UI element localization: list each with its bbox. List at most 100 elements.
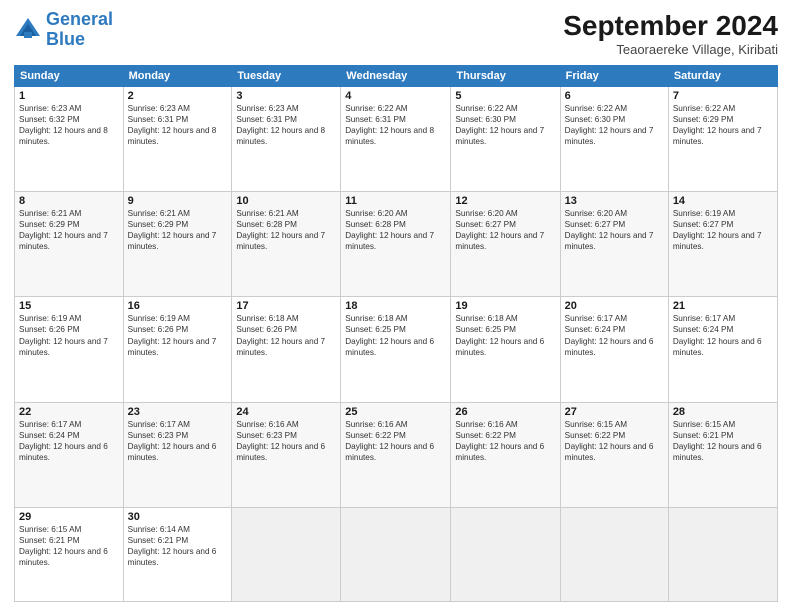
col-monday: Monday bbox=[123, 66, 232, 87]
table-row: 25Sunrise: 6:16 AMSunset: 6:22 PMDayligh… bbox=[341, 402, 451, 507]
table-row: 6Sunrise: 6:22 AMSunset: 6:30 PMDaylight… bbox=[560, 87, 668, 192]
table-row: 18Sunrise: 6:18 AMSunset: 6:25 PMDayligh… bbox=[341, 297, 451, 402]
table-row: 28Sunrise: 6:15 AMSunset: 6:21 PMDayligh… bbox=[668, 402, 777, 507]
title-block: September 2024 Teaoraereke Village, Kiri… bbox=[563, 10, 778, 57]
day-info: Sunrise: 6:16 AMSunset: 6:22 PMDaylight:… bbox=[455, 419, 555, 463]
day-number: 18 bbox=[345, 300, 446, 312]
day-number: 24 bbox=[236, 406, 336, 418]
day-number: 4 bbox=[345, 90, 446, 102]
day-number: 10 bbox=[236, 195, 336, 207]
table-row: 13Sunrise: 6:20 AMSunset: 6:27 PMDayligh… bbox=[560, 192, 668, 297]
day-info: Sunrise: 6:18 AMSunset: 6:25 PMDaylight:… bbox=[345, 313, 446, 357]
table-row: 27Sunrise: 6:15 AMSunset: 6:22 PMDayligh… bbox=[560, 402, 668, 507]
table-row: 10Sunrise: 6:21 AMSunset: 6:28 PMDayligh… bbox=[232, 192, 341, 297]
day-number: 8 bbox=[19, 195, 119, 207]
table-row: 20Sunrise: 6:17 AMSunset: 6:24 PMDayligh… bbox=[560, 297, 668, 402]
day-number: 16 bbox=[128, 300, 228, 312]
location-subtitle: Teaoraereke Village, Kiribati bbox=[563, 42, 778, 57]
day-number: 5 bbox=[455, 90, 555, 102]
day-info: Sunrise: 6:19 AMSunset: 6:27 PMDaylight:… bbox=[673, 208, 773, 252]
table-row: 15Sunrise: 6:19 AMSunset: 6:26 PMDayligh… bbox=[15, 297, 124, 402]
calendar-header-row: Sunday Monday Tuesday Wednesday Thursday… bbox=[15, 66, 778, 87]
table-row: 8Sunrise: 6:21 AMSunset: 6:29 PMDaylight… bbox=[15, 192, 124, 297]
day-number: 3 bbox=[236, 90, 336, 102]
table-row: 14Sunrise: 6:19 AMSunset: 6:27 PMDayligh… bbox=[668, 192, 777, 297]
table-row: 1Sunrise: 6:23 AMSunset: 6:32 PMDaylight… bbox=[15, 87, 124, 192]
day-number: 9 bbox=[128, 195, 228, 207]
day-info: Sunrise: 6:19 AMSunset: 6:26 PMDaylight:… bbox=[19, 313, 119, 357]
day-info: Sunrise: 6:16 AMSunset: 6:23 PMDaylight:… bbox=[236, 419, 336, 463]
col-thursday: Thursday bbox=[451, 66, 560, 87]
table-row: 17Sunrise: 6:18 AMSunset: 6:26 PMDayligh… bbox=[232, 297, 341, 402]
day-number: 13 bbox=[565, 195, 664, 207]
day-info: Sunrise: 6:14 AMSunset: 6:21 PMDaylight:… bbox=[128, 524, 228, 568]
day-info: Sunrise: 6:22 AMSunset: 6:30 PMDaylight:… bbox=[455, 103, 555, 147]
day-number: 19 bbox=[455, 300, 555, 312]
day-info: Sunrise: 6:19 AMSunset: 6:26 PMDaylight:… bbox=[128, 313, 228, 357]
day-number: 28 bbox=[673, 406, 773, 418]
day-number: 27 bbox=[565, 406, 664, 418]
day-info: Sunrise: 6:15 AMSunset: 6:21 PMDaylight:… bbox=[19, 524, 119, 568]
table-row: 3Sunrise: 6:23 AMSunset: 6:31 PMDaylight… bbox=[232, 87, 341, 192]
logo-line2: Blue bbox=[46, 29, 85, 49]
table-row: 11Sunrise: 6:20 AMSunset: 6:28 PMDayligh… bbox=[341, 192, 451, 297]
table-row bbox=[668, 507, 777, 601]
day-info: Sunrise: 6:20 AMSunset: 6:28 PMDaylight:… bbox=[345, 208, 446, 252]
col-sunday: Sunday bbox=[15, 66, 124, 87]
day-info: Sunrise: 6:23 AMSunset: 6:31 PMDaylight:… bbox=[128, 103, 228, 147]
table-row: 16Sunrise: 6:19 AMSunset: 6:26 PMDayligh… bbox=[123, 297, 232, 402]
table-row bbox=[232, 507, 341, 601]
week-row-5: 29Sunrise: 6:15 AMSunset: 6:21 PMDayligh… bbox=[15, 507, 778, 601]
table-row bbox=[451, 507, 560, 601]
day-info: Sunrise: 6:22 AMSunset: 6:31 PMDaylight:… bbox=[345, 103, 446, 147]
day-number: 30 bbox=[128, 511, 228, 523]
day-number: 7 bbox=[673, 90, 773, 102]
col-tuesday: Tuesday bbox=[232, 66, 341, 87]
table-row: 30Sunrise: 6:14 AMSunset: 6:21 PMDayligh… bbox=[123, 507, 232, 601]
day-number: 17 bbox=[236, 300, 336, 312]
day-info: Sunrise: 6:23 AMSunset: 6:31 PMDaylight:… bbox=[236, 103, 336, 147]
day-number: 12 bbox=[455, 195, 555, 207]
day-info: Sunrise: 6:17 AMSunset: 6:24 PMDaylight:… bbox=[673, 313, 773, 357]
day-info: Sunrise: 6:17 AMSunset: 6:23 PMDaylight:… bbox=[128, 419, 228, 463]
table-row: 5Sunrise: 6:22 AMSunset: 6:30 PMDaylight… bbox=[451, 87, 560, 192]
logo: General Blue bbox=[14, 10, 113, 50]
table-row: 23Sunrise: 6:17 AMSunset: 6:23 PMDayligh… bbox=[123, 402, 232, 507]
table-row: 2Sunrise: 6:23 AMSunset: 6:31 PMDaylight… bbox=[123, 87, 232, 192]
month-title: September 2024 bbox=[563, 10, 778, 42]
day-number: 1 bbox=[19, 90, 119, 102]
day-info: Sunrise: 6:15 AMSunset: 6:22 PMDaylight:… bbox=[565, 419, 664, 463]
week-row-3: 15Sunrise: 6:19 AMSunset: 6:26 PMDayligh… bbox=[15, 297, 778, 402]
table-row: 7Sunrise: 6:22 AMSunset: 6:29 PMDaylight… bbox=[668, 87, 777, 192]
table-row: 24Sunrise: 6:16 AMSunset: 6:23 PMDayligh… bbox=[232, 402, 341, 507]
day-number: 2 bbox=[128, 90, 228, 102]
table-row: 26Sunrise: 6:16 AMSunset: 6:22 PMDayligh… bbox=[451, 402, 560, 507]
day-number: 15 bbox=[19, 300, 119, 312]
table-row: 19Sunrise: 6:18 AMSunset: 6:25 PMDayligh… bbox=[451, 297, 560, 402]
day-number: 25 bbox=[345, 406, 446, 418]
day-info: Sunrise: 6:21 AMSunset: 6:28 PMDaylight:… bbox=[236, 208, 336, 252]
day-info: Sunrise: 6:16 AMSunset: 6:22 PMDaylight:… bbox=[345, 419, 446, 463]
logo-icon bbox=[14, 16, 42, 44]
day-number: 22 bbox=[19, 406, 119, 418]
col-wednesday: Wednesday bbox=[341, 66, 451, 87]
day-number: 29 bbox=[19, 511, 119, 523]
page: General Blue September 2024 Teaoraereke … bbox=[0, 0, 792, 612]
day-info: Sunrise: 6:21 AMSunset: 6:29 PMDaylight:… bbox=[128, 208, 228, 252]
day-info: Sunrise: 6:21 AMSunset: 6:29 PMDaylight:… bbox=[19, 208, 119, 252]
day-number: 11 bbox=[345, 195, 446, 207]
week-row-1: 1Sunrise: 6:23 AMSunset: 6:32 PMDaylight… bbox=[15, 87, 778, 192]
logo-line1: General bbox=[46, 9, 113, 29]
table-row: 12Sunrise: 6:20 AMSunset: 6:27 PMDayligh… bbox=[451, 192, 560, 297]
col-saturday: Saturday bbox=[668, 66, 777, 87]
day-info: Sunrise: 6:23 AMSunset: 6:32 PMDaylight:… bbox=[19, 103, 119, 147]
day-info: Sunrise: 6:17 AMSunset: 6:24 PMDaylight:… bbox=[19, 419, 119, 463]
day-number: 20 bbox=[565, 300, 664, 312]
day-info: Sunrise: 6:22 AMSunset: 6:29 PMDaylight:… bbox=[673, 103, 773, 147]
day-number: 14 bbox=[673, 195, 773, 207]
day-info: Sunrise: 6:15 AMSunset: 6:21 PMDaylight:… bbox=[673, 419, 773, 463]
day-number: 23 bbox=[128, 406, 228, 418]
table-row: 21Sunrise: 6:17 AMSunset: 6:24 PMDayligh… bbox=[668, 297, 777, 402]
day-info: Sunrise: 6:17 AMSunset: 6:24 PMDaylight:… bbox=[565, 313, 664, 357]
day-info: Sunrise: 6:18 AMSunset: 6:25 PMDaylight:… bbox=[455, 313, 555, 357]
